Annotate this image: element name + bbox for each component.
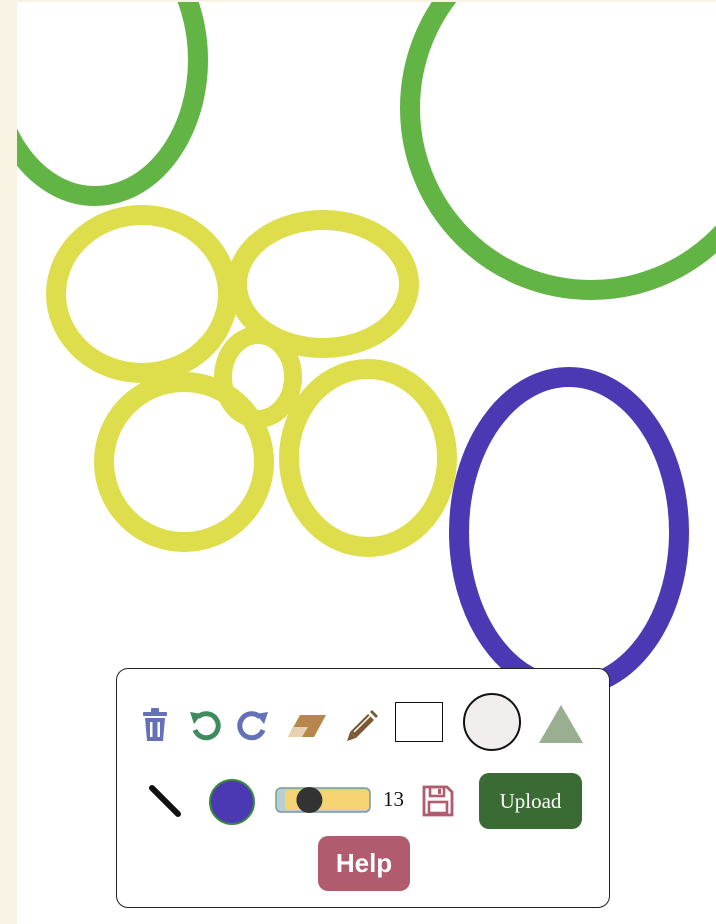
- triangle-tool[interactable]: [538, 703, 584, 745]
- eraser-icon[interactable]: [285, 707, 329, 743]
- drawing-toolbar: 13 Upload Help: [116, 668, 610, 908]
- yellow-ellipse-3: [94, 372, 274, 552]
- upload-button[interactable]: Upload: [479, 773, 582, 829]
- green-ellipse-top-left: [17, 2, 208, 206]
- slider-thumb[interactable]: [296, 787, 323, 813]
- yellow-ellipse-1: [46, 205, 238, 383]
- rectangle-tool[interactable]: [395, 702, 443, 742]
- line-tool[interactable]: [147, 783, 183, 819]
- save-icon[interactable]: [421, 783, 455, 819]
- redo-icon[interactable]: [235, 707, 271, 743]
- color-picker[interactable]: [209, 779, 255, 825]
- brush-size-slider[interactable]: [275, 786, 371, 814]
- green-ellipse-top-right: [400, 2, 716, 300]
- trash-icon[interactable]: [139, 707, 171, 743]
- undo-icon[interactable]: [187, 707, 223, 743]
- yellow-ellipse-4: [279, 359, 457, 557]
- purple-ellipse: [449, 367, 689, 697]
- circle-tool[interactable]: [463, 693, 521, 751]
- brush-size-value: 13: [383, 787, 404, 811]
- pencil-icon[interactable]: [343, 707, 379, 743]
- help-button[interactable]: Help: [318, 836, 410, 891]
